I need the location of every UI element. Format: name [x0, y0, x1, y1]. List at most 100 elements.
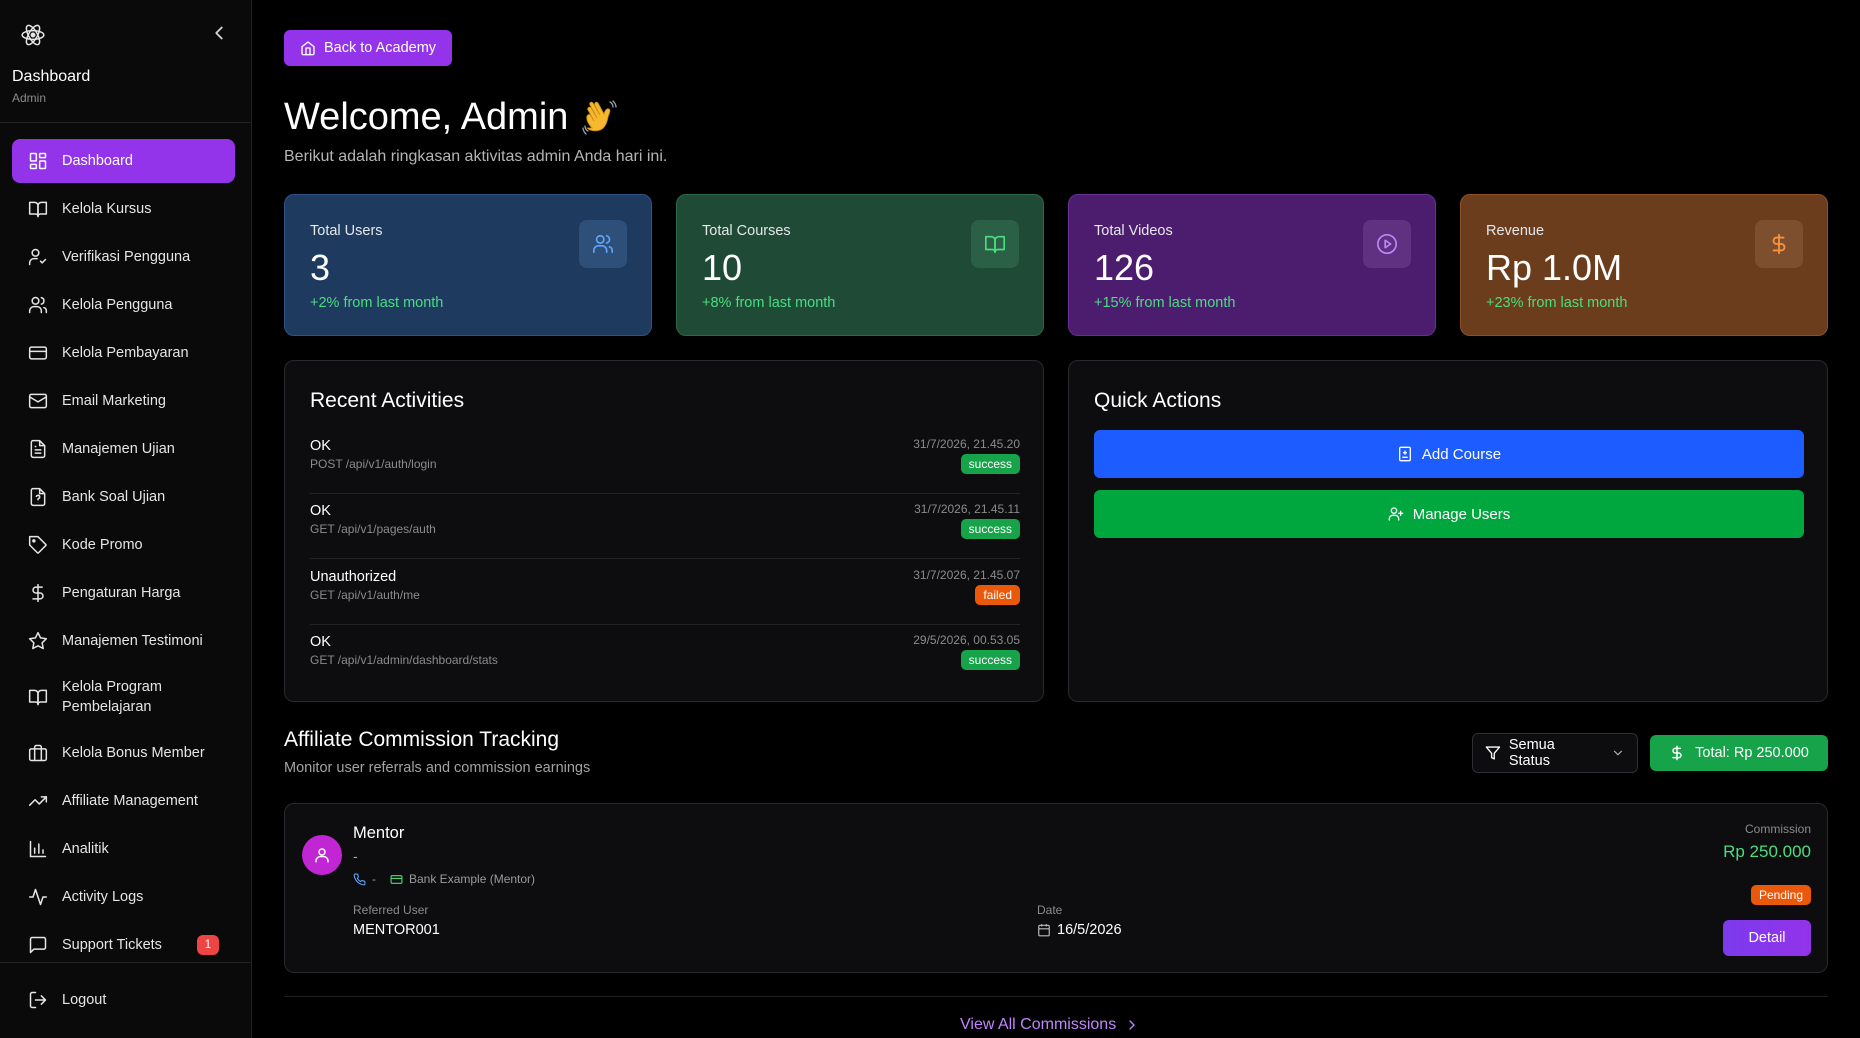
affiliate-commission-card: Mentor - - Bank Example (Mentor) Referre…: [284, 803, 1828, 973]
total-commission-badge: Total: Rp 250.000: [1650, 735, 1828, 771]
view-all-commissions-link[interactable]: View All Commissions: [960, 1016, 1140, 1034]
date-value: 16/5/2026: [1037, 922, 1122, 938]
activity-icon: [28, 888, 48, 906]
sidebar-divider: [0, 122, 252, 123]
waving-hand-icon: [582, 99, 618, 135]
affiliate-contact: - Bank Example (Mentor): [353, 872, 535, 886]
file-text-icon: [30, 439, 46, 459]
recent-activities-title: Recent Activities: [310, 389, 465, 412]
user-icon: [315, 848, 329, 863]
sidebar-item-support-tickets[interactable]: Support Tickets 1: [12, 923, 235, 967]
stat-label: Total Videos: [1094, 223, 1173, 239]
sidebar-item-affiliate-management[interactable]: Affiliate Management: [12, 779, 235, 823]
book-open-icon: [971, 220, 1019, 268]
sidebar-item-activity-logs[interactable]: Activity Logs: [12, 875, 235, 919]
sidebar-item-email-marketing[interactable]: Email Marketing: [12, 379, 235, 423]
sidebar-item-dashboard[interactable]: Dashboard: [12, 139, 235, 183]
manage-users-label: Manage Users: [1412, 505, 1511, 523]
view-all-commissions-label: View All Commissions: [960, 1016, 1117, 1033]
chevron-down-icon: [1614, 750, 1623, 756]
manage-users-button[interactable]: Manage Users: [1094, 490, 1804, 538]
affiliate-section-title: Affiliate Commission Tracking: [284, 728, 560, 751]
stat-label: Total Courses: [702, 223, 791, 239]
stat-card-total-courses: Total Courses 10 +8% from last month: [676, 194, 1044, 336]
sidebar: Dashboard Admin Dashboard Kelola Kursus …: [0, 0, 252, 1038]
sidebar-item-manajemen-testimoni[interactable]: Manajemen Testimoni: [12, 619, 235, 663]
activity-status: OK: [310, 634, 331, 650]
chevron-right-icon: [1129, 1020, 1136, 1030]
sidebar-item-pengaturan-harga[interactable]: Pengaturan Harga: [12, 571, 235, 615]
sidebar-item-label: Manajemen Testimoni: [62, 633, 203, 649]
page-subtitle: Berikut adalah ringkasan aktivitas admin…: [284, 148, 668, 165]
activity-time: 29/5/2026, 00.53.05: [913, 633, 1020, 647]
credit-card-icon: [390, 874, 403, 884]
stat-label: Revenue: [1486, 223, 1545, 239]
stat-value: 3: [310, 247, 331, 288]
divider: [284, 996, 1828, 997]
sidebar-item-label: Email Marketing: [62, 393, 166, 409]
welcome-text: Welcome, Admin: [284, 96, 569, 138]
sidebar-item-label: Support Tickets: [62, 937, 162, 953]
affiliate-section-subtitle: Monitor user referrals and commission ea…: [284, 760, 591, 776]
recent-activities-panel: Recent Activities OK POST /api/v1/auth/l…: [284, 360, 1044, 702]
sidebar-item-label: Kode Promo: [62, 537, 143, 553]
users-icon: [579, 220, 627, 268]
avatar: [302, 835, 342, 875]
detail-button[interactable]: Detail: [1723, 920, 1811, 956]
sidebar-item-bank-soal-ujian[interactable]: Bank Soal Ujian: [12, 475, 235, 519]
atom-logo-icon: [20, 22, 46, 48]
sidebar-item-label: Kelola Bonus Member: [62, 745, 205, 761]
sidebar-item-kode-promo[interactable]: Kode Promo: [12, 523, 235, 567]
sidebar-nav: Dashboard Kelola Kursus Verifikasi Pengg…: [12, 139, 235, 971]
page-title: Welcome, Admin: [284, 96, 620, 139]
dollar-sign-icon: [1672, 745, 1682, 761]
stat-change: +2% from last month: [310, 295, 444, 311]
calendar-icon: [1038, 924, 1050, 937]
back-to-academy-button[interactable]: Back to Academy: [284, 30, 453, 66]
play-circle-icon: [1363, 220, 1411, 268]
sidebar-item-verifikasi-pengguna[interactable]: Verifikasi Pengguna: [12, 235, 235, 279]
stat-label: Total Users: [310, 223, 383, 239]
sidebar-item-label: Bank Soal Ujian: [62, 489, 166, 505]
file-question-icon: [30, 487, 46, 507]
sidebar-item-kelola-pembayaran[interactable]: Kelola Pembayaran: [12, 331, 235, 375]
book-open-icon: [28, 689, 48, 706]
stat-change: +23% from last month: [1486, 295, 1628, 311]
home-icon: [301, 41, 315, 56]
collapse-sidebar-chevron-left-icon[interactable]: [208, 22, 230, 44]
sidebar-item-kelola-kursus[interactable]: Kelola Kursus: [12, 187, 235, 231]
activity-row: Unauthorized GET /api/v1/auth/me 31/7/20…: [310, 561, 1020, 625]
affiliate-name: Mentor: [353, 824, 405, 842]
date-label: Date: [1037, 903, 1063, 917]
add-course-label: Add Course: [1421, 445, 1502, 463]
dollar-sign-icon: [32, 583, 44, 603]
sidebar-item-kelola-program-pembelajaran[interactable]: Kelola Program Pembelajaran: [12, 667, 235, 727]
activity-path: POST /api/v1/auth/login: [310, 457, 437, 471]
activity-status: Unauthorized: [310, 569, 397, 585]
referred-user-label: Referred User: [353, 903, 429, 917]
sidebar-item-label: Kelola Pembayaran: [62, 345, 189, 361]
sidebar-item-label: Kelola Pengguna: [62, 297, 173, 313]
user-plus-icon: [1388, 507, 1404, 521]
sidebar-item-label: Verifikasi Pengguna: [62, 249, 191, 265]
activity-row: OK POST /api/v1/auth/login 31/7/2026, 21…: [310, 430, 1020, 494]
sidebar-item-kelola-bonus-member[interactable]: Kelola Bonus Member: [12, 731, 235, 775]
date-text: 16/5/2026: [1057, 922, 1122, 938]
status-filter-select[interactable]: Semua Status: [1472, 733, 1638, 773]
activity-status: OK: [310, 503, 331, 519]
book-plus-icon: [1398, 446, 1411, 462]
sidebar-item-manajemen-ujian[interactable]: Manajemen Ujian: [12, 427, 235, 471]
sidebar-item-kelola-pengguna[interactable]: Kelola Pengguna: [12, 283, 235, 327]
sidebar-item-analitik[interactable]: Analitik: [12, 827, 235, 871]
sidebar-item-label: Activity Logs: [62, 889, 144, 905]
sidebar-subtitle: Admin: [12, 91, 47, 105]
logout-button[interactable]: Logout: [12, 978, 235, 1022]
add-course-button[interactable]: Add Course: [1094, 430, 1804, 478]
activity-time: 31/7/2026, 21.45.11: [914, 502, 1020, 516]
activity-path: GET /api/v1/admin/dashboard/stats: [310, 653, 498, 667]
briefcase-icon: [28, 744, 48, 762]
status-badge: Pending: [1750, 885, 1811, 905]
tag-icon: [28, 535, 47, 554]
affiliate-email: -: [353, 848, 358, 864]
quick-actions-panel: Quick Actions Add Course Manage Users: [1068, 360, 1828, 702]
